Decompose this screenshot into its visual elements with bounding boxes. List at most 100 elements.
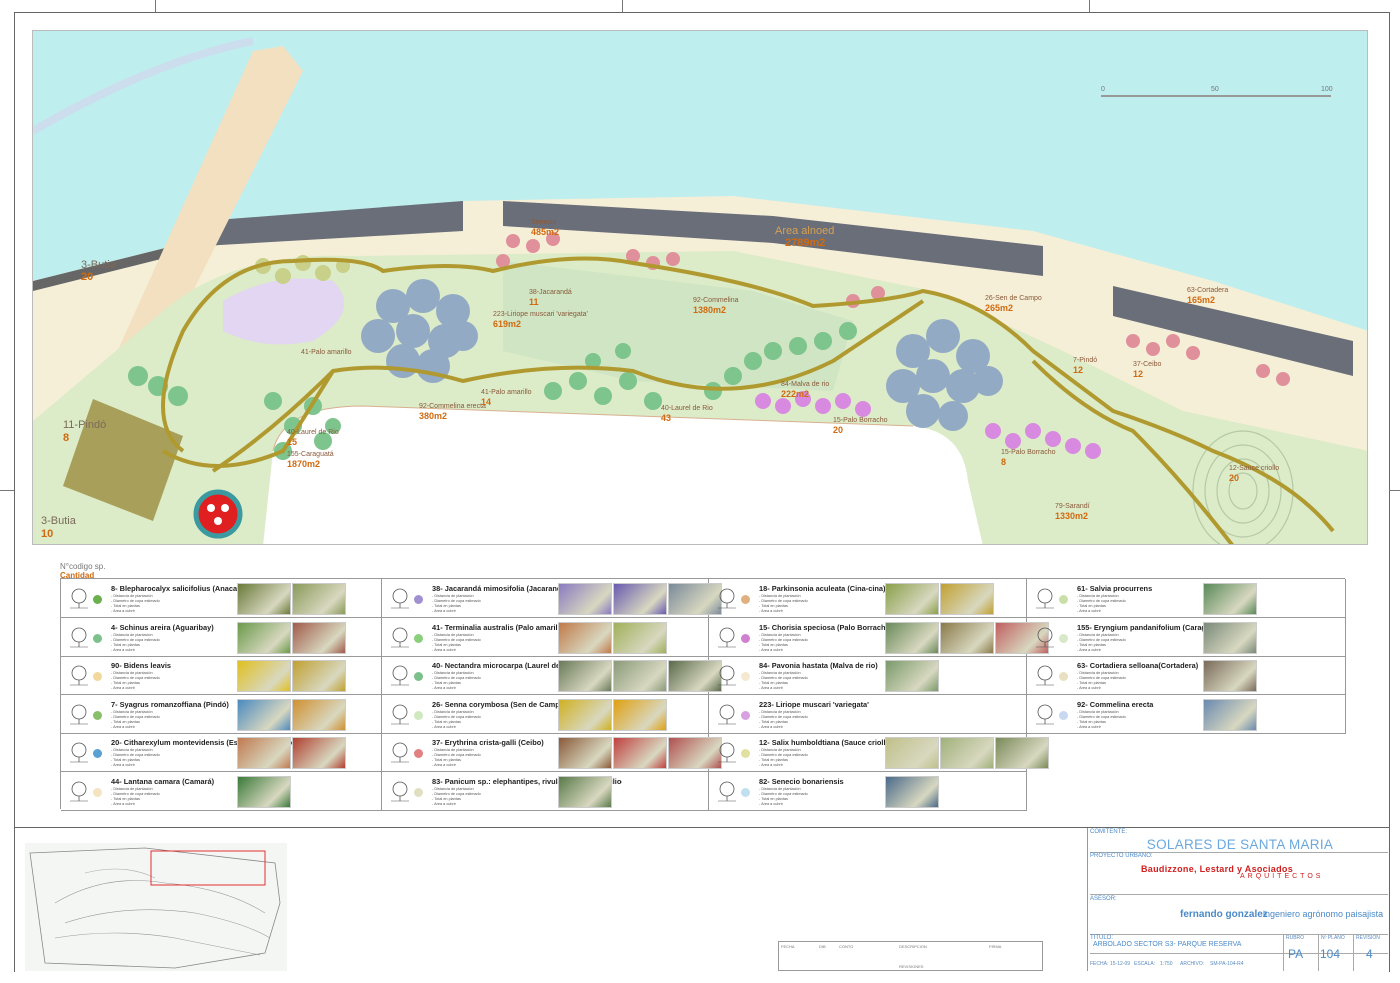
legend-cell: 7- Syagrus romanzoffiana (Pindó) - Distan… (61, 694, 382, 734)
species-note-line: - Area a cubrir (432, 763, 456, 767)
species-photo (885, 621, 939, 654)
tree-symbol-icon (1036, 627, 1054, 647)
label-laurel-rio-2: 40-Laurel de Rio (661, 405, 713, 412)
count-laurel-rio: 15 (287, 437, 298, 447)
species-photo (1203, 583, 1257, 615)
revision-value: 4 (1366, 947, 1373, 961)
species-note-line: - Diametro de copa estimado (759, 637, 808, 642)
count-butia-bottom: 10 (41, 528, 54, 540)
species-legend: 8- Blepharocalyx salicifolius (Anacahuit… (60, 578, 1346, 811)
rev-footer: REVISIONES (899, 964, 924, 969)
count-malva: 222m2 (781, 389, 810, 399)
species-note-line: - Area a cubrir (111, 647, 135, 652)
species-notes: - Distancia de plantación - Diametro de c… (111, 594, 160, 614)
count-ceibo: 12 (1133, 369, 1144, 379)
count-liriope: 619m2 (493, 319, 522, 329)
label-jacaranda: 38-Jacarandá (529, 289, 572, 296)
species-notes: - Distancia de plantación - Diametro de c… (432, 594, 481, 614)
species-note-line: - Distancia de plantación (432, 709, 474, 714)
tree-symbol-icon (718, 665, 736, 686)
tree-symbol-icon (718, 742, 736, 763)
species-note-line: - Area a cubrir (1077, 724, 1101, 729)
species-notes: - Distancia de plantación - Diametro de c… (111, 710, 160, 730)
scale-100: 100 (1321, 86, 1333, 93)
species-color-swatch (741, 749, 750, 758)
legend-cell: 41- Terminalia australis (Palo amarillo)… (382, 617, 709, 657)
species-photo (558, 737, 612, 769)
legend-cell: 4- Schinus areira (Aguaribay) - Distancia… (61, 617, 382, 657)
species-note-line: - Diametro de copa estimado (432, 637, 481, 642)
key-map (25, 843, 287, 971)
label-commelina: 92-Commelina erecta (419, 403, 486, 410)
label-butia-bottom: 3-Butia (41, 515, 76, 527)
species-note-line: - Diametro de copa estimado (1077, 637, 1126, 642)
species-notes: - Distancia de plantación - Diametro de c… (111, 748, 160, 768)
species-color-swatch (741, 633, 750, 643)
species-color-swatch (93, 787, 102, 797)
rubro-value: PA (1288, 947, 1304, 961)
fecha-label: FECHA: (1090, 961, 1109, 967)
species-color-swatch (1059, 595, 1068, 604)
species-photo (885, 660, 939, 692)
species-note-line: - Distancia de plantación (759, 786, 801, 791)
species-notes: - Distancia de plantación - Diametro de c… (1077, 710, 1126, 730)
species-photo (558, 621, 612, 654)
legend-cell: 83- Panicum sp.: elephantipes, rivulare,… (382, 771, 709, 811)
revision-table: FECHA DIB CONTO DESCRIPCION FIRMA REVISI… (778, 941, 1043, 971)
species-photo (613, 737, 667, 769)
count-laurel-rio-2: 43 (661, 413, 672, 423)
species-note-line: - Area a cubrir (432, 801, 456, 806)
count-caraguata: 1870m2 (287, 459, 321, 469)
frame-right (1389, 12, 1390, 972)
frame-left (14, 12, 15, 972)
tree-symbol-icon (1036, 704, 1054, 724)
label-commelina-2: 92-Commelina (693, 297, 739, 304)
species-photo (1203, 698, 1257, 731)
label-sarandi: 79-Sarandí (1055, 503, 1090, 510)
escala-value: 1:750 (1160, 961, 1173, 967)
species-note-line: - Distancia de plantación (759, 709, 801, 714)
species-note-line: - Diametro de copa estimado (1077, 714, 1126, 719)
species-color-swatch (414, 633, 423, 643)
label-cortadera: 63-Cortadera (1187, 287, 1229, 294)
species-note-line: - Distancia de plantación (111, 709, 153, 714)
rev-firma-header: FIRMA (989, 944, 1002, 949)
species-photo (292, 737, 346, 769)
species-notes: - Distancia de plantación - Diametro de c… (759, 748, 808, 768)
label-pindo-2: 7-Pindó (1073, 357, 1098, 364)
drawing-sheet: 3-Butia 20 3-Butia 10 11-Pindó 8 41-Palo… (0, 0, 1400, 983)
label-palo-borracho-2: 15-Palo Borracho (1001, 449, 1056, 456)
species-note-line: - Area a cubrir (759, 686, 783, 690)
rule (1090, 953, 1388, 954)
legend-cell: 18- Parkinsonia aculeata (Cina-cina) - Di… (709, 579, 1027, 618)
species-photo (558, 698, 612, 731)
label-ceibo: 37-Ceibo (1133, 361, 1162, 368)
count-palo-amarillo-2: 14 (481, 397, 492, 407)
scale-50: 50 (1211, 86, 1219, 93)
label-malva: 84-Malva de rio (781, 381, 830, 388)
species-photo (885, 583, 939, 615)
species-note-line: - Area a cubrir (432, 647, 456, 652)
plan-drawing (33, 37, 1367, 544)
legend-cell: 92- Commelina erecta - Distancia de plant… (1027, 694, 1346, 734)
frame-top (14, 12, 1390, 13)
species-note-line: - Diametro de copa estimado (111, 637, 160, 642)
species-notes: - Distancia de plantación - Diametro de c… (1077, 671, 1126, 691)
escala-label: ESCALA: (1134, 961, 1156, 967)
legend-code-label: N°codigo sp. (60, 562, 106, 571)
species-notes: - Distancia de plantación - Diametro de c… (432, 748, 481, 768)
archivo-value: SM-PA-104-R4 (1210, 961, 1244, 967)
label-sen-campo: 26-Sen de Campo (985, 295, 1042, 302)
species-notes: - Distancia de plantación - Diametro de c… (432, 787, 481, 807)
species-note-line: - Distancia de plantación (111, 632, 153, 637)
species-photo (1203, 660, 1257, 692)
species-color-swatch (741, 672, 750, 681)
label-liriope: 223-Liriope muscari 'variegata' (493, 311, 588, 318)
species-photo (613, 698, 667, 731)
species-notes: - Distancia de plantación - Diametro de c… (759, 710, 808, 730)
species-color-swatch (414, 595, 423, 604)
species-color-swatch (741, 710, 750, 720)
species-note-line: - Diametro de copa estimado (111, 714, 160, 719)
species-color-swatch (1059, 633, 1068, 643)
species-note-line: - Distancia de plantación (432, 632, 474, 637)
